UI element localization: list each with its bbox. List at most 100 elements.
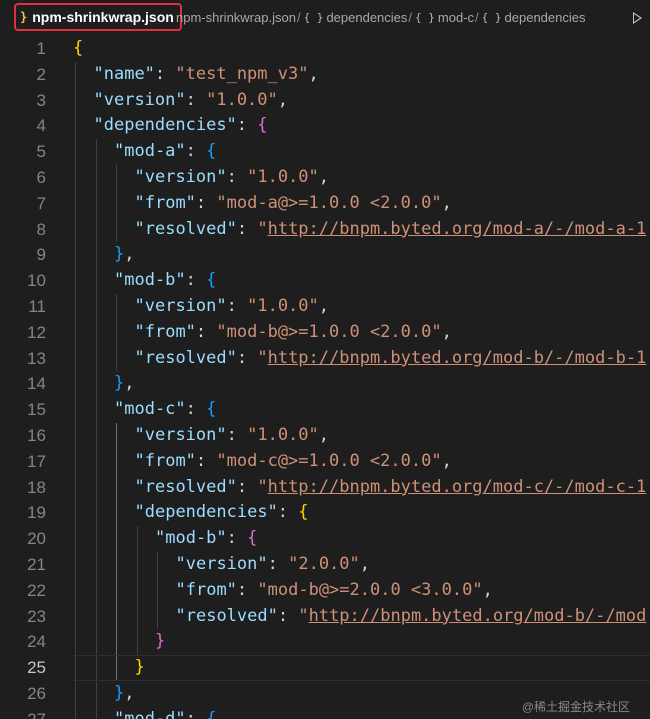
code-line[interactable]: 18 "resolved": "http://bnpm.byted.org/mod…	[0, 475, 650, 501]
code-line[interactable]: 19 "dependencies": {	[0, 500, 650, 526]
code-line[interactable]: 17 "from": "mod-c@>=1.0.0 <2.0.0",	[0, 449, 650, 475]
code-token: :	[277, 605, 299, 626]
line-number: 7	[36, 193, 46, 213]
breadcrumb-bar: } npm-shrinkwrap.json npm-shrinkwrap.jso…	[0, 0, 650, 36]
code-editor[interactable]: 1{2 "name": "test_npm_v3", 3 "version": "1.…	[0, 36, 650, 719]
code-line[interactable]: 6 "version": "1.0.0",	[0, 165, 650, 191]
line-number: 20	[27, 529, 46, 549]
code-line[interactable]: 20 "mod-b": {	[0, 526, 650, 552]
code-token: "mod-b"	[114, 270, 186, 291]
code-line[interactable]: 9},	[0, 242, 650, 268]
code-token: :	[226, 296, 248, 316]
run-icon[interactable]	[633, 12, 642, 24]
breadcrumb-file-label: npm-shrinkwrap.json	[32, 9, 174, 25]
code-token: }	[134, 657, 145, 678]
code-line[interactable]: 16 "version": "1.0.0",	[0, 423, 650, 449]
line-number: 24	[27, 632, 46, 652]
code-line[interactable]: 4 "dependencies": {	[0, 113, 650, 139]
code-token: "1.0.0"	[206, 89, 278, 110]
code-token: :	[226, 528, 248, 549]
code-text: "from": "mod-a@>=1.0.0 <2.0.0",	[135, 191, 452, 217]
line-number: 19	[27, 503, 46, 523]
object-icon: { }	[415, 11, 435, 24]
code-text: "dependencies": {	[135, 500, 309, 526]
line-number: 16	[27, 426, 46, 445]
code-token: "version"	[134, 425, 227, 445]
code-token: "1.0.0"	[247, 296, 319, 316]
code-token: {	[298, 502, 309, 523]
code-token: "mod-b@>=2.0.0 <3.0.0"	[257, 579, 483, 600]
code-token: ,	[441, 192, 452, 213]
code-token: {	[206, 399, 217, 420]
code-line[interactable]: 2 "name": "test_npm_v3",	[0, 62, 650, 88]
code-token: "resolved"	[134, 218, 237, 239]
code-line[interactable]: 15 "mod-c": {	[0, 397, 650, 423]
breadcrumb-item-dependencies-nested[interactable]: dependencies	[505, 10, 586, 25]
code-token: "version"	[134, 296, 227, 316]
code-line[interactable]: 8 "resolved": "http://bnpm.byted.org/mod-…	[0, 217, 650, 243]
code-token: :	[185, 89, 207, 110]
code-line[interactable]: 21 "version": "2.0.0",	[0, 552, 650, 578]
code-line[interactable]: 3 "version": "1.0.0",	[0, 88, 650, 114]
url-link[interactable]: http://bnpm.byted.org/mod-b/-/mod-b-1	[268, 348, 647, 368]
code-token: {	[206, 708, 217, 719]
code-text: }	[155, 629, 165, 655]
code-line[interactable]: 11 "version": "1.0.0",	[0, 294, 650, 320]
code-line[interactable]: 7 "from": "mod-a@>=1.0.0 <2.0.0",	[0, 191, 650, 217]
code-token: ,	[318, 425, 330, 445]
breadcrumb-item-dependencies[interactable]: dependencies	[326, 10, 407, 25]
url-link[interactable]: http://bnpm.byted.org/mod-b/-/mod	[309, 606, 647, 626]
code-token: :	[236, 476, 258, 497]
code-token: "resolved"	[175, 605, 278, 626]
breadcrumb-item-mod-c[interactable]: mod-c	[438, 10, 474, 25]
code-line[interactable]: 14},	[0, 371, 650, 397]
code-text: },	[114, 681, 135, 707]
code-text: "version": "1.0.0",	[135, 423, 330, 449]
code-token: "mod-b@>=1.0.0 <2.0.0"	[216, 321, 442, 342]
code-token: "mod-d"	[114, 708, 186, 719]
line-number: 12	[27, 322, 46, 342]
code-token: "	[257, 347, 268, 368]
code-token: :	[185, 141, 207, 162]
code-line[interactable]: 24}	[0, 629, 650, 655]
code-line[interactable]: 25}	[0, 655, 650, 681]
code-line[interactable]: 1{	[0, 36, 650, 62]
watermark: @稀土掘金技术社区	[521, 700, 630, 714]
breadcrumb-separator: /	[475, 10, 479, 25]
url-link[interactable]: http://bnpm.byted.org/mod-c/-/mod-c-1	[268, 477, 647, 497]
code-token: ,	[308, 63, 319, 84]
breadcrumb-item-root[interactable]: npm-shrinkwrap.json	[176, 10, 296, 25]
code-line[interactable]: 22 "from": "mod-b@>=2.0.0 <3.0.0",	[0, 578, 650, 604]
code-text: "resolved": "http://bnpm.byted.org/mod-b…	[135, 346, 647, 372]
code-token: "name"	[93, 63, 155, 84]
code-text: "mod-b": {	[155, 526, 257, 552]
code-line[interactable]: 5 "mod-a": {	[0, 139, 650, 165]
line-number: 14	[27, 374, 46, 394]
url-link[interactable]: http://bnpm.byted.org/mod-a/-/mod-a-1	[268, 219, 647, 239]
code-token: }	[114, 683, 125, 703]
code-line[interactable]: 13 "resolved": "http://bnpm.byted.org/mod…	[0, 346, 650, 372]
code-token: :	[236, 218, 258, 239]
breadcrumb-file[interactable]: } npm-shrinkwrap.json	[14, 3, 182, 31]
code-text: {	[73, 36, 83, 62]
code-token: ,	[441, 450, 452, 471]
code-token: "mod-c@>=1.0.0 <2.0.0"	[216, 450, 442, 471]
code-token: ,	[359, 554, 371, 574]
breadcrumb: npm-shrinkwrap.json / { } dependencies /…	[176, 10, 586, 25]
line-number: 1	[36, 39, 46, 58]
code-line[interactable]: 12 "from": "mod-b@>=1.0.0 <2.0.0",	[0, 320, 650, 346]
line-number: 6	[36, 168, 46, 187]
code-token: :	[195, 192, 217, 213]
code-text: "from": "mod-b@>=1.0.0 <2.0.0",	[135, 320, 452, 346]
code-text: "mod-a": {	[114, 139, 216, 165]
line-number: 22	[27, 580, 46, 600]
code-text: "resolved": "http://bnpm.byted.org/mod-a…	[135, 217, 647, 243]
code-token: "dependencies"	[93, 115, 237, 136]
code-token: :	[185, 270, 207, 291]
code-line[interactable]: 10 "mod-b": {	[0, 268, 650, 294]
code-text: },	[114, 242, 135, 268]
code-line[interactable]: 23 "resolved": "http://bnpm.byted.org/mod…	[0, 604, 650, 630]
code-text: "dependencies": {	[94, 113, 268, 139]
line-number: 8	[36, 219, 46, 239]
code-token: :	[226, 167, 248, 187]
